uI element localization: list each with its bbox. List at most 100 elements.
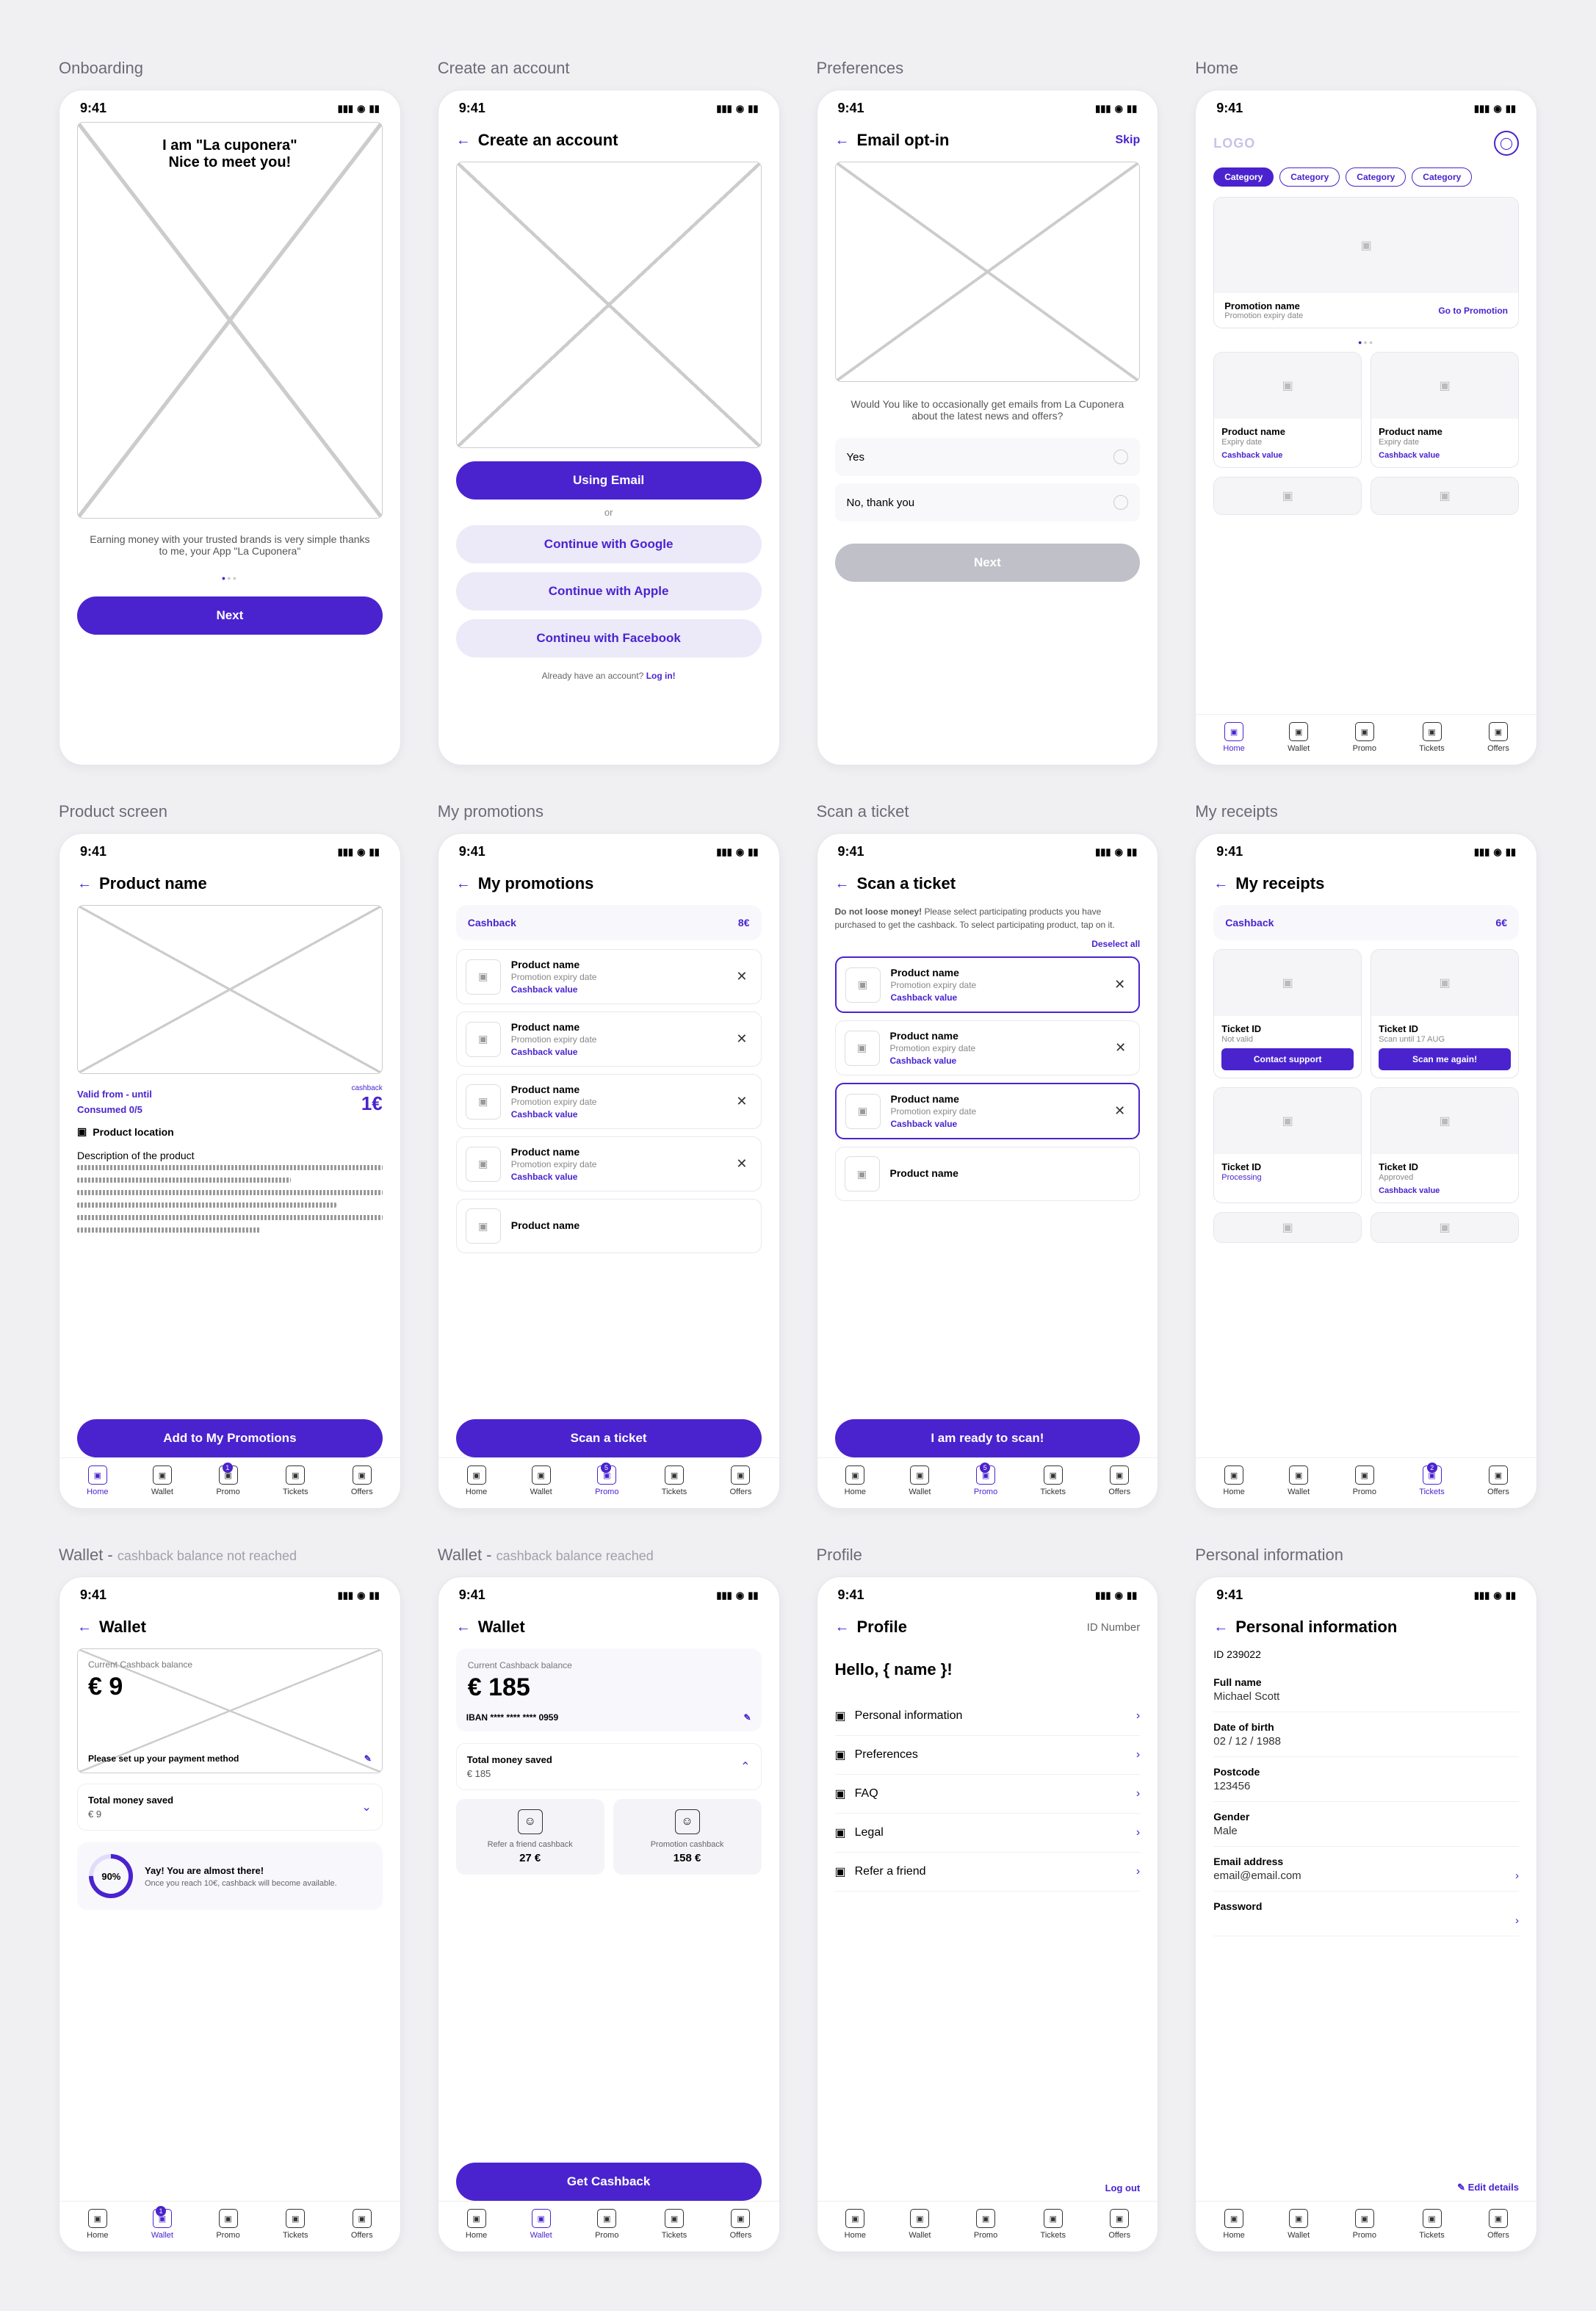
tab-wallet[interactable]: ▣Wallet <box>151 1465 173 1496</box>
get-cashback-button[interactable]: Get Cashback <box>456 2163 762 2201</box>
ready-scan-button[interactable]: I am ready to scan! <box>835 1419 1141 1457</box>
password-field[interactable]: Password› <box>1213 1892 1519 1936</box>
back-icon[interactable]: ← <box>77 1619 92 1636</box>
menu-faq[interactable]: ▣FAQ› <box>835 1775 1141 1814</box>
tab-tickets[interactable]: 2▣Tickets <box>1419 1465 1444 1496</box>
tab-promo[interactable]: 5▣Promo <box>595 1465 618 1496</box>
promo-item[interactable]: ▣Product name <box>456 1199 762 1253</box>
tab-tickets[interactable]: ▣Tickets <box>1419 2209 1444 2240</box>
back-icon[interactable]: ← <box>835 876 850 893</box>
promo-item[interactable]: ▣Product namePromotion expiry dateCashba… <box>456 949 762 1004</box>
close-icon[interactable]: ✕ <box>732 969 751 984</box>
tab-offers[interactable]: ▣Offers <box>1108 1465 1130 1496</box>
tab-tickets[interactable]: ▣Tickets <box>662 1465 687 1496</box>
menu-legal[interactable]: ▣Legal› <box>835 1814 1141 1853</box>
tab-wallet[interactable]: ▣Wallet <box>1288 2209 1310 2240</box>
back-icon[interactable]: ← <box>456 876 471 893</box>
close-icon[interactable]: ✕ <box>732 1094 751 1109</box>
logout-link[interactable]: Log out <box>835 2175 1141 2201</box>
menu-prefs[interactable]: ▣Preferences› <box>835 1736 1141 1775</box>
edit-icon[interactable]: ✎ <box>743 1712 751 1723</box>
facebook-button[interactable]: Contineu with Facebook <box>456 619 762 657</box>
login-link[interactable]: Log in! <box>646 671 676 681</box>
avatar-icon[interactable]: ◯ <box>1494 131 1519 156</box>
tab-wallet[interactable]: ▣Wallet <box>530 2209 552 2240</box>
option-yes[interactable]: Yes <box>835 438 1141 476</box>
option-no[interactable]: No, thank you <box>835 483 1141 522</box>
promotion-banner[interactable]: ▣ Promotion namePromotion expiry dateGo … <box>1213 197 1519 328</box>
promo-item[interactable]: ▣Product namePromotion expiry dateCashba… <box>456 1136 762 1191</box>
menu-refer[interactable]: ▣Refer a friend› <box>835 1853 1141 1892</box>
receipt-card[interactable]: ▣Ticket IDProcessing <box>1213 1087 1362 1203</box>
tab-home[interactable]: ▣Home <box>1223 1465 1244 1496</box>
promo-item[interactable]: ▣Product namePromotion expiry dateCashba… <box>456 1074 762 1129</box>
category-pill[interactable]: Category <box>1279 167 1340 187</box>
close-icon[interactable]: ✕ <box>1111 1040 1130 1056</box>
next-button[interactable]: Next <box>835 544 1141 582</box>
tab-wallet[interactable]: ▣Wallet <box>1288 722 1310 753</box>
receipt-card[interactable]: ▣Ticket IDNot validContact support <box>1213 949 1362 1078</box>
tab-promo[interactable]: ▣Promo <box>216 2209 239 2240</box>
category-pill[interactable]: Category <box>1213 167 1274 187</box>
back-icon[interactable]: ← <box>77 876 92 893</box>
google-button[interactable]: Continue with Google <box>456 525 762 563</box>
tab-offers[interactable]: ▣Offers <box>351 2209 373 2240</box>
tab-tickets[interactable]: ▣Tickets <box>662 2209 687 2240</box>
chevron-down-icon[interactable]: ⌄ <box>361 1800 371 1814</box>
add-promotions-button[interactable]: Add to My Promotions <box>77 1419 383 1457</box>
tab-home[interactable]: ▣Home <box>845 2209 866 2240</box>
tab-promo[interactable]: ▣Promo <box>1353 2209 1376 2240</box>
tab-home[interactable]: ▣Home <box>87 1465 108 1496</box>
close-icon[interactable]: ✕ <box>732 1156 751 1172</box>
apple-button[interactable]: Continue with Apple <box>456 572 762 610</box>
tab-offers[interactable]: ▣Offers <box>730 1465 752 1496</box>
back-icon[interactable]: ← <box>835 1619 850 1636</box>
tab-home[interactable]: ▣Home <box>466 2209 487 2240</box>
tab-wallet[interactable]: 1▣Wallet <box>151 2209 173 2240</box>
close-icon[interactable]: ✕ <box>1110 977 1130 992</box>
tab-tickets[interactable]: ▣Tickets <box>1419 722 1444 753</box>
tab-home[interactable]: ▣Home <box>1223 2209 1244 2240</box>
tab-wallet[interactable]: ▣Wallet <box>909 1465 931 1496</box>
tab-promo[interactable]: 1▣Promo <box>216 1465 239 1496</box>
tab-offers[interactable]: ▣Offers <box>730 2209 752 2240</box>
next-button[interactable]: Next <box>77 596 383 635</box>
category-pill[interactable]: Category <box>1346 167 1406 187</box>
tab-promo[interactable]: ▣Promo <box>1353 722 1376 753</box>
category-pill[interactable]: Category <box>1412 167 1472 187</box>
tab-tickets[interactable]: ▣Tickets <box>283 2209 308 2240</box>
tab-offers[interactable]: ▣Offers <box>1487 2209 1509 2240</box>
menu-personal[interactable]: ▣Personal information› <box>835 1697 1141 1736</box>
contact-support-button[interactable]: Contact support <box>1221 1048 1354 1070</box>
back-icon[interactable]: ← <box>835 132 850 149</box>
tab-wallet[interactable]: ▣Wallet <box>1288 1465 1310 1496</box>
tab-wallet[interactable]: ▣Wallet <box>530 1465 552 1496</box>
tab-promo[interactable]: 5▣Promo <box>974 1465 997 1496</box>
scan-again-button[interactable]: Scan me again! <box>1379 1048 1511 1070</box>
deselect-link[interactable]: Deselect all <box>835 939 1141 949</box>
tab-promo[interactable]: ▣Promo <box>974 2209 997 2240</box>
tab-tickets[interactable]: ▣Tickets <box>283 1465 308 1496</box>
product-card[interactable]: ▣ <box>1371 477 1519 515</box>
email-button[interactable]: Using Email <box>456 461 762 500</box>
tab-offers[interactable]: ▣Offers <box>351 1465 373 1496</box>
tab-home[interactable]: ▣Home <box>87 2209 108 2240</box>
tab-home[interactable]: ▣Home <box>466 1465 487 1496</box>
close-icon[interactable]: ✕ <box>732 1031 751 1047</box>
edit-icon[interactable]: ✎ <box>364 1753 372 1764</box>
tab-offers[interactable]: ▣Offers <box>1487 722 1509 753</box>
skip-link[interactable]: Skip <box>1115 134 1140 147</box>
close-icon[interactable]: ✕ <box>1110 1103 1130 1119</box>
scan-item[interactable]: ▣Product name <box>835 1147 1141 1201</box>
scan-item[interactable]: ▣Product namePromotion expiry dateCashba… <box>835 956 1141 1013</box>
tab-tickets[interactable]: ▣Tickets <box>1041 2209 1066 2240</box>
receipt-card[interactable]: ▣ <box>1213 1212 1362 1243</box>
product-card[interactable]: ▣Product nameExpiry dateCashback value <box>1213 352 1362 468</box>
email-field[interactable]: Email addressemail@email.com› <box>1213 1847 1519 1892</box>
back-icon[interactable]: ← <box>456 1619 471 1636</box>
scan-item[interactable]: ▣Product namePromotion expiry dateCashba… <box>835 1083 1141 1139</box>
tab-home[interactable]: ▣Home <box>1223 722 1244 753</box>
scan-item[interactable]: ▣Product namePromotion expiry dateCashba… <box>835 1020 1141 1075</box>
tab-offers[interactable]: ▣Offers <box>1108 2209 1130 2240</box>
scan-ticket-button[interactable]: Scan a ticket <box>456 1419 762 1457</box>
